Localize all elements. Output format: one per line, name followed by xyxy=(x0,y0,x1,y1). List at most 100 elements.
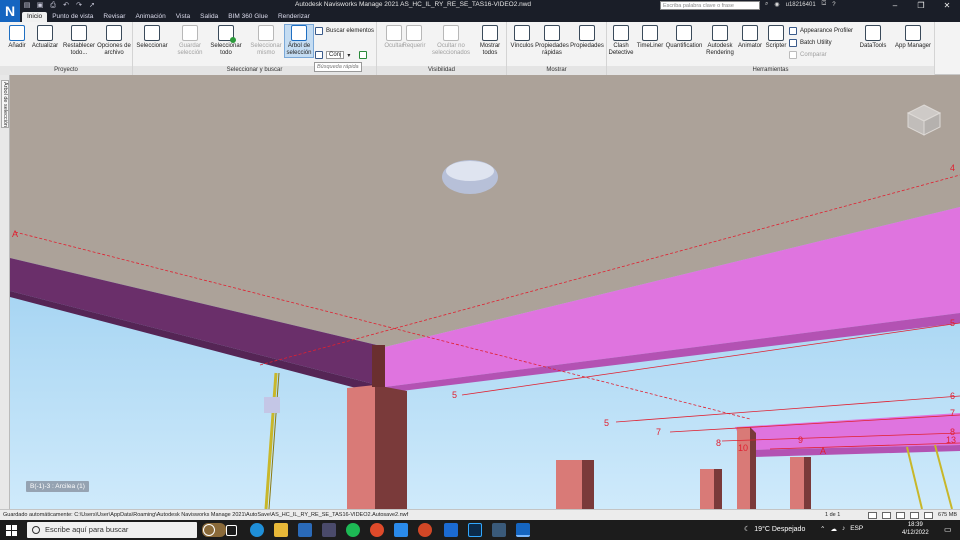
vinculos-button[interactable]: Vínculos xyxy=(505,25,539,50)
user-name[interactable]: u18216401 xyxy=(786,2,816,8)
chevron-up-icon[interactable]: ⌃ xyxy=(820,525,825,533)
chrome-icon[interactable] xyxy=(370,523,384,537)
seleccionar-todo-button[interactable]: Seleccionar todo xyxy=(209,25,243,57)
cortana-icon[interactable] xyxy=(203,524,215,536)
actualizar-button[interactable]: Actualizar xyxy=(28,25,62,50)
show-all-icon xyxy=(482,25,498,41)
weather-widget[interactable]: ☾ 19°C Despejado xyxy=(744,525,805,534)
appearance-profiler-button[interactable]: Appearance Profiler xyxy=(789,27,853,35)
navisworks-taskbar-icon[interactable] xyxy=(516,523,530,537)
mail-icon[interactable] xyxy=(322,523,336,537)
chevron-down-icon: ▾ xyxy=(347,52,351,59)
windows-start-icon[interactable] xyxy=(6,525,17,536)
edge-icon[interactable] xyxy=(250,523,264,537)
revit-icon[interactable] xyxy=(492,523,506,537)
clock[interactable]: 18:39 4/12/2022 xyxy=(902,521,929,537)
help-icon[interactable]: ? xyxy=(832,2,835,8)
powerpoint-icon[interactable] xyxy=(418,523,432,537)
docked-panel-strip xyxy=(0,75,10,509)
undo-icon[interactable]: ↶ xyxy=(61,1,71,10)
window-title: Autodesk Navisworks Manage 2021 AS_HC_IL… xyxy=(295,1,532,8)
network-icon[interactable]: ☁ xyxy=(830,525,837,533)
photoshop-icon[interactable] xyxy=(468,523,482,537)
close-button[interactable]: ✕ xyxy=(934,0,960,11)
timeliner-button[interactable]: TimeLiner xyxy=(633,25,667,50)
sheet-browser-icon[interactable] xyxy=(868,512,877,519)
column-far-4 xyxy=(790,457,804,509)
language-indicator[interactable]: ESP xyxy=(850,525,863,533)
autodesk-rendering-button[interactable]: Autodesk Rendering xyxy=(703,25,737,57)
find-items-icon xyxy=(315,27,323,35)
photos-icon[interactable] xyxy=(394,523,408,537)
quantification-button[interactable]: Quantification xyxy=(665,25,703,50)
minimize-button[interactable]: – xyxy=(882,0,908,11)
grid-label: 10 xyxy=(738,443,748,453)
manage-sets-icon[interactable] xyxy=(359,51,368,59)
datatools-button[interactable]: DataTools xyxy=(856,25,890,50)
animator-icon xyxy=(742,25,758,41)
restore-button[interactable]: ❐ xyxy=(908,0,934,11)
restablecer-button[interactable]: Restablecer todo... xyxy=(62,25,96,57)
propiedades-rapidas-button[interactable]: Propiedades rápidas xyxy=(535,25,569,57)
taskbar-search-input[interactable]: Escribe aquí para buscar xyxy=(27,522,197,538)
notification-icon[interactable]: ▭ xyxy=(944,525,952,534)
tab-renderizar[interactable]: Renderizar xyxy=(273,12,315,22)
scripter-button[interactable]: Scripter xyxy=(759,25,793,50)
file-explorer-icon[interactable] xyxy=(274,523,288,537)
store-icon[interactable] xyxy=(298,523,312,537)
task-view-icon[interactable] xyxy=(226,525,237,536)
quick-search-input[interactable]: Búsqueda rápida xyxy=(314,62,362,72)
comparar-button[interactable]: Comparar xyxy=(789,51,827,59)
selection-tree-icon xyxy=(291,25,307,41)
print-icon[interactable]: ⎙ xyxy=(48,1,58,10)
app-logo[interactable]: N xyxy=(0,0,20,22)
grid-label: A xyxy=(820,446,826,456)
selection-tree-tab[interactable]: Árbol de selección xyxy=(1,80,9,128)
conjuntos-dropdown[interactable]: Conj ▾ xyxy=(315,51,368,59)
save-icon[interactable]: ▣ xyxy=(35,1,45,10)
cursor-icon[interactable]: ➚ xyxy=(87,1,97,10)
app-manager-button[interactable]: App Manager xyxy=(893,25,933,50)
mostrar-todos-button[interactable]: Mostrar todos xyxy=(473,25,507,57)
3d-viewport[interactable]: 4 A 5 5 6 5 7 7 8 8 9 10 13 A B(-1)-3 : … xyxy=(10,75,960,509)
hide-unselected-icon xyxy=(443,25,459,41)
tab-inicio[interactable]: Inicio xyxy=(22,12,48,22)
guardar-seleccion-button[interactable]: Guardar selección xyxy=(173,25,207,57)
windows-taskbar: Escribe aquí para buscar ☾ 19°C Despejad… xyxy=(0,520,960,540)
ribbon: Añadir Actualizar Restablecer todo... Op… xyxy=(0,22,960,75)
tab-animacion[interactable]: Animación xyxy=(130,12,170,22)
view-cube-icon[interactable] xyxy=(904,101,944,137)
seleccionar-button[interactable]: Seleccionar xyxy=(135,25,169,50)
performance-icon[interactable] xyxy=(910,512,919,519)
spotify-icon[interactable] xyxy=(346,523,360,537)
zoom-icon[interactable] xyxy=(444,523,458,537)
ocultar-no-seleccionados-button[interactable]: Ocultar no seleccionados xyxy=(429,25,473,57)
buscar-elementos-button[interactable]: Buscar elementos xyxy=(315,27,374,35)
volume-icon[interactable]: ♪ xyxy=(842,525,845,533)
tab-salida[interactable]: Salida xyxy=(195,12,223,22)
panel-title-proyecto[interactable]: Proyecto xyxy=(0,66,132,75)
tab-revisar[interactable]: Revisar xyxy=(98,12,130,22)
layout-icon[interactable] xyxy=(896,512,905,519)
workspace-icon[interactable] xyxy=(882,512,891,519)
tab-vista[interactable]: Vista xyxy=(171,12,195,22)
propiedades-button[interactable]: Propiedades xyxy=(570,25,604,50)
batch-utility-button[interactable]: Batch Utility xyxy=(789,39,832,47)
ceiling-lamp-top xyxy=(446,161,494,181)
tab-punto-de-vista[interactable]: Punto de vista xyxy=(47,12,98,22)
opciones-archivo-button[interactable]: Opciones de archivo xyxy=(97,25,131,57)
redo-icon[interactable]: ↷ xyxy=(74,1,84,10)
open-icon[interactable]: ▤ xyxy=(22,1,32,10)
batch-utility-icon xyxy=(789,39,797,47)
viewpoint-label: B(-1)-3 : Arcilea (1) xyxy=(26,481,89,492)
cart-icon[interactable]: ⛋ xyxy=(822,1,827,8)
tab-bim360-glue[interactable]: BIM 360 Glue xyxy=(223,12,273,22)
arbol-seleccion-button[interactable]: Árbol de selección xyxy=(284,24,314,58)
search-icon[interactable]: ⌕ xyxy=(765,1,768,8)
user-area: ⌕ ◉ u18216401 ⛋ ? xyxy=(765,1,836,8)
scripter-icon xyxy=(768,25,784,41)
requerir-button[interactable]: Requerir xyxy=(397,25,431,50)
seleccionar-mismo-button[interactable]: Seleccionar mismo xyxy=(249,25,283,57)
user-icon[interactable]: ◉ xyxy=(774,1,779,8)
keyword-search-input[interactable]: Escriba palabra clave o frase xyxy=(660,1,760,10)
